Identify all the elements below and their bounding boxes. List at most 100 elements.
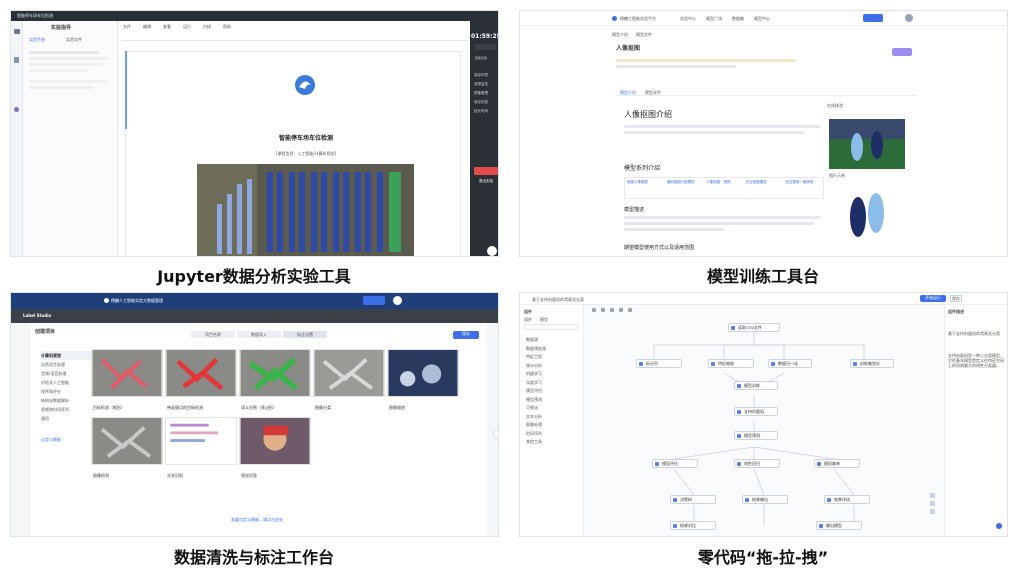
header-action-button[interactable] [363,296,385,305]
help-icon[interactable] [996,523,1002,529]
category-item[interactable]: 音频/语音处理 [41,369,91,378]
menu-help[interactable]: 帮助 [223,24,231,29]
mirror-button[interactable]: 镜像管理 [474,89,498,98]
panel-tab[interactable]: 组件 [524,317,532,322]
tab-intro[interactable]: 模型介绍 [620,90,636,95]
table-cell[interactable]: 抠图人像模型 [625,178,665,198]
step-tab[interactable]: 项目名称 [191,331,235,338]
thumb-image[interactable] [239,349,311,397]
flow-node[interactable]: 拆分列 [636,359,682,368]
flow-node[interactable]: 结果输出 [742,495,788,504]
flow-node[interactable]: 输出模型 [816,521,862,530]
flow-node[interactable]: 效果评估 [824,495,870,504]
category-item[interactable]: 排序和评分 [41,387,91,396]
sub-tab[interactable]: 模型介绍 [612,32,628,37]
menu-file[interactable]: 文件 [123,24,131,29]
table-cell[interactable]: 人像抠图 · 视频 [704,178,744,198]
component-item[interactable]: 文本分析 [526,413,582,422]
extend-button[interactable]: 延长时间 [474,107,498,116]
save-button[interactable]: 保存 [453,331,479,339]
footer-note[interactable]: 若要自定义模板，请点击此处 [231,517,283,522]
collapse-icon[interactable] [493,430,498,438]
menu-view[interactable]: 查看 [163,24,171,29]
component-item[interactable]: 数据预处理 [526,345,582,354]
category-item[interactable]: 对话式人工智能 [41,378,91,387]
monitor-button[interactable]: 资源监控 [474,80,498,89]
folder-icon[interactable] [14,29,20,34]
thumb-image[interactable] [313,349,385,397]
component-item[interactable]: 统计分析 [526,362,582,371]
step-tab[interactable]: 数据导入 [237,331,281,338]
nav-item[interactable]: 模型广场 [706,16,722,21]
component-item[interactable]: 机器学习 [526,370,582,379]
flow-node[interactable]: 模型训练 [734,381,778,390]
menu-kernel[interactable]: 内核 [203,24,211,29]
flow-node[interactable]: 随机森林 [814,459,860,468]
avatar[interactable] [393,296,402,305]
category-item[interactable]: 自然语言处理 [41,360,91,369]
thumb-image[interactable] [165,349,237,397]
run-button[interactable]: 开始运行 [920,295,946,302]
thumb-image[interactable] [91,417,163,465]
flow-node[interactable]: 特征缩放 [708,359,754,368]
fit-icon[interactable] [930,509,935,514]
flow-node[interactable]: 数据归一化 [768,359,812,368]
flow-node[interactable]: 线性回归 [734,459,780,468]
avatar[interactable] [905,14,913,22]
zoom-in-icon[interactable] [930,493,935,498]
component-item[interactable]: 可视化 [526,404,582,413]
chat-icon[interactable] [487,246,497,256]
flow-node[interactable]: 模型评估 [652,459,698,468]
nav-item[interactable]: 数据集 [732,16,744,21]
category-item[interactable]: 计算机视觉 [41,351,91,360]
component-item[interactable]: 模型评估 [526,387,582,396]
exit-button[interactable]: 退出实验 [474,167,498,183]
header-action-button[interactable] [863,14,883,22]
tab-files[interactable]: 模型文件 [645,90,661,95]
component-item[interactable]: 模型预测 [526,396,582,405]
step-tab[interactable]: 标注设置 [283,331,327,338]
menu-run[interactable]: 运行 [183,24,191,29]
table-cell[interactable]: 天空抠图模型 [744,178,784,198]
component-item[interactable]: 特征工程 [526,353,582,362]
save-button[interactable]: 保存 [950,295,962,302]
flow-node[interactable]: 训练集划分 [850,359,894,368]
btn-end[interactable]: 结束实验 [475,44,496,60]
file-icon[interactable] [14,57,19,63]
try-online-button[interactable] [892,48,912,56]
thumb-image[interactable] [239,417,311,465]
nav-item[interactable]: 实验中心 [680,16,696,21]
studio-bar [11,309,498,323]
save-exp-button[interactable]: 保存实验 [474,98,498,107]
brush-icon[interactable] [14,107,19,112]
menu-edit[interactable]: 编辑 [143,24,151,29]
custom-template-link[interactable]: 自定义模板 [41,437,61,442]
thumb-image[interactable] [387,349,459,397]
save-env-button[interactable]: 保存环境 [474,71,498,80]
zoom-out-icon[interactable] [930,501,935,506]
panel-tab[interactable]: 模型 [540,317,548,322]
tab-files[interactable]: 实验文件 [66,37,82,42]
category-item[interactable]: 通用 [41,414,91,423]
sub-tab[interactable]: 模型文件 [636,32,652,37]
step-tabs: 项目名称 数据导入 标注设置 [191,331,327,338]
tab-manual[interactable]: 实验手册 [29,37,45,42]
flow-node[interactable]: 决策树 [670,495,716,504]
flow-node[interactable]: 读取.csv文件 [728,323,780,332]
flow-node[interactable]: 模型预测 [734,431,778,440]
component-item[interactable]: 图像处理 [526,421,582,430]
flow-node[interactable]: 支持向量机 [734,407,778,416]
component-item[interactable]: 其他工具 [526,438,582,447]
table-cell[interactable]: 通用抠图分割模型 [665,178,705,198]
thumb-image[interactable] [165,417,237,465]
category-item[interactable]: 视频和时间序列 [41,405,91,414]
thumb-image[interactable] [91,349,163,397]
component-item[interactable]: 数据源 [526,336,582,345]
table-cell[interactable]: 天空替换一键体验 [783,178,823,198]
flow-node[interactable]: 结果对比 [670,521,716,530]
component-search[interactable] [524,324,578,330]
nav-item[interactable]: 模型中心 [754,16,770,21]
category-item[interactable]: 结构化数据解析 [41,396,91,405]
component-item[interactable]: 深度学习 [526,379,582,388]
component-item[interactable]: 时间序列 [526,430,582,439]
